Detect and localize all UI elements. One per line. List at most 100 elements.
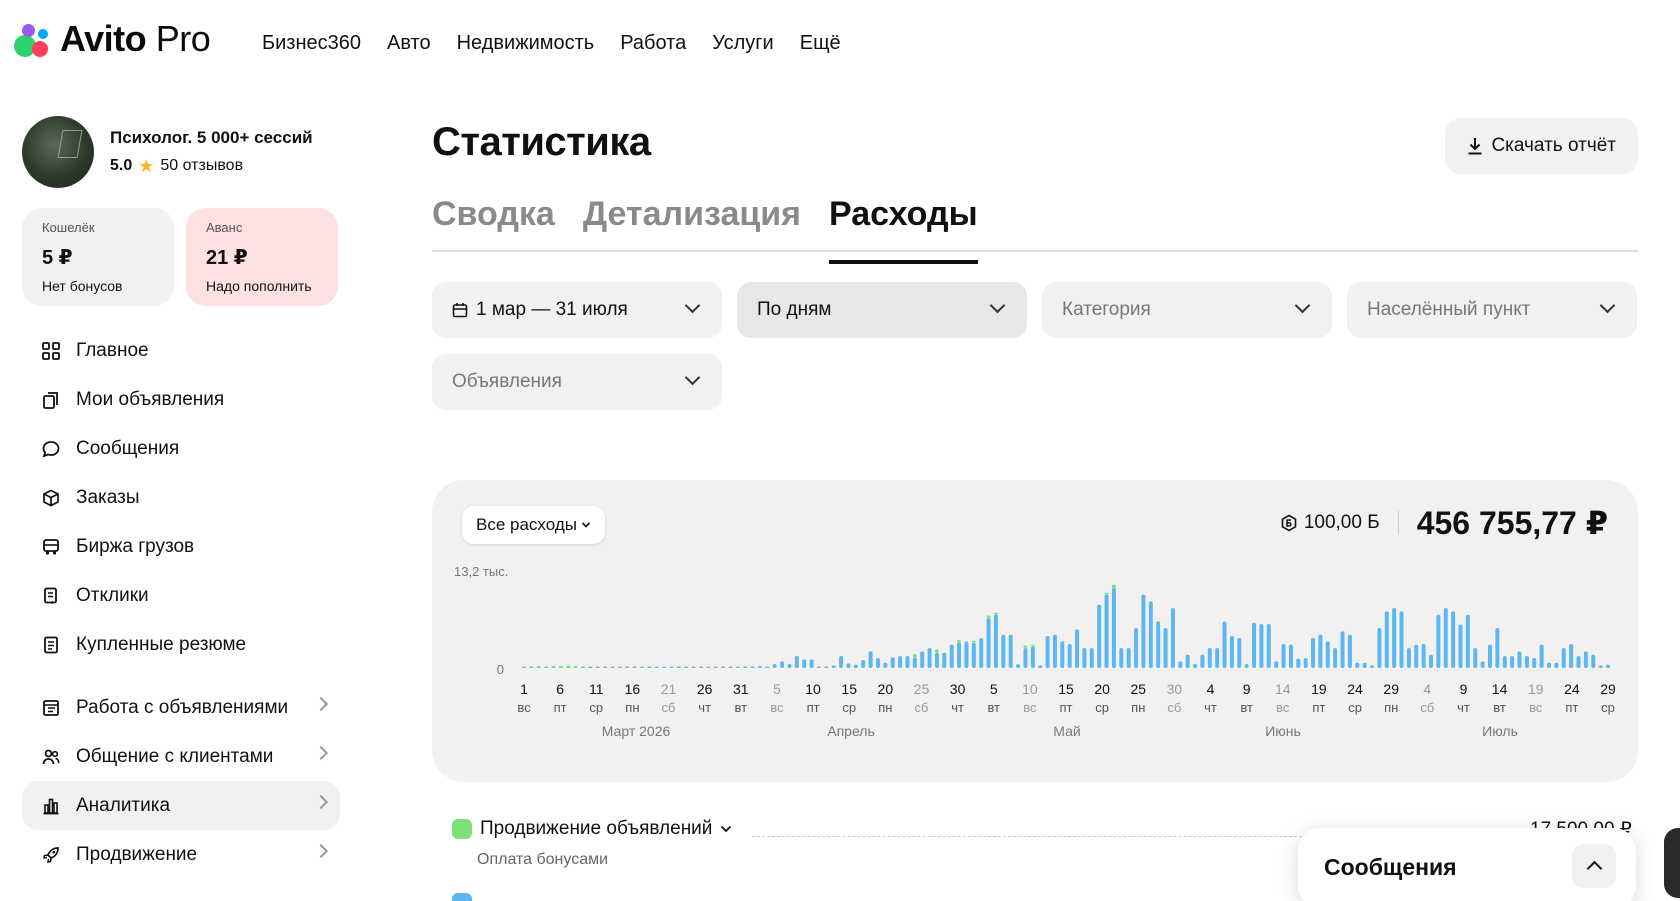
x-tick-day: 10 [1022, 681, 1038, 697]
sidebar-item-promotion[interactable]: Продвижение [22, 830, 340, 879]
bar-blue [580, 666, 585, 668]
all-expenses-dropdown[interactable]: Все расходы [462, 506, 605, 544]
bar-blue [662, 666, 667, 668]
topnav-services[interactable]: Услуги [712, 32, 774, 55]
bar-blue [1591, 654, 1596, 668]
bar-blue [1451, 611, 1456, 668]
bar-blue [898, 656, 903, 668]
sidebar-item-responses[interactable]: Отклики [22, 571, 340, 620]
sidebar-item-orders[interactable]: Заказы [22, 473, 340, 522]
topnav-jobs[interactable]: Работа [620, 32, 686, 55]
bar-blue [1252, 622, 1257, 668]
bar-blue [1060, 641, 1065, 668]
sidebar-item-clients[interactable]: Общение с клиентами [22, 732, 340, 781]
bar-blue [1134, 628, 1139, 668]
bar-blue [1583, 651, 1588, 668]
chat-icon [42, 440, 60, 458]
x-tick-day: 20 [1094, 681, 1110, 697]
sidebar-item-label: Купленные резюме [76, 633, 247, 655]
x-tick-day: 21 [661, 681, 677, 697]
bar-green [934, 649, 939, 653]
bar-blue [1119, 648, 1124, 668]
bar-green [986, 615, 991, 618]
bar-blue [735, 666, 740, 668]
x-tick-weekday: чт [698, 700, 711, 715]
bar-blue [1067, 644, 1072, 668]
bar-blue [816, 666, 821, 668]
bar-blue [993, 614, 998, 668]
brand-name: Avito [60, 18, 147, 59]
topnav-realty[interactable]: Недвижимость [457, 32, 595, 55]
reviews-count: 50 отзывов [160, 157, 244, 174]
download-report-button[interactable]: Скачать отчёт [1445, 118, 1638, 174]
bar-blue [831, 665, 836, 668]
x-tick-weekday: чт [1457, 700, 1470, 715]
expand-messages-button[interactable] [1572, 844, 1616, 888]
topnav-more[interactable]: Ещё [800, 32, 841, 55]
granularity-select[interactable]: По дням [737, 282, 1027, 338]
bar-blue [1443, 608, 1448, 668]
topnav-business360[interactable]: Бизнес360 [262, 32, 361, 55]
bar-blue [949, 644, 954, 668]
period-select[interactable]: 1 мар — 31 июля [432, 282, 722, 338]
wallet-title: Кошелёк [42, 220, 95, 235]
bar-blue [1207, 648, 1212, 668]
bar-blue [1436, 614, 1441, 668]
tab-expenses[interactable]: Расходы [829, 195, 978, 264]
topnav-auto[interactable]: Авто [387, 32, 431, 55]
copy-icon [43, 391, 58, 409]
sidebar-item-resumes[interactable]: Купленные резюме [22, 620, 340, 669]
bar-blue [1163, 628, 1168, 668]
sidebar-item-my-ads[interactable]: Мои объявления [22, 375, 340, 424]
ads-select[interactable]: Объявления [432, 354, 722, 410]
sidebar-item-ads-work[interactable]: Работа с объявлениями [22, 683, 340, 732]
sidebar-item-main[interactable]: Главное [22, 326, 340, 375]
bar-blue [809, 659, 814, 668]
top-nav: Бизнес360 Авто Недвижимость Работа Услуг… [262, 32, 841, 55]
profile-rating[interactable]: 5.0 ★ 50 отзывов [110, 156, 313, 177]
bar-blue [1347, 634, 1352, 668]
sidebar-item-cargo[interactable]: Биржа грузов [22, 522, 340, 571]
x-tick-day: 11 [589, 681, 604, 697]
tab-summary[interactable]: Сводка [432, 195, 555, 250]
bar-blue [1126, 648, 1131, 668]
bar-blue [1392, 608, 1397, 668]
advance-value: 21 ₽ [206, 247, 248, 269]
grid-icon [42, 341, 60, 360]
bar-blue [743, 666, 748, 668]
bonus-value: 100,00 Б [1303, 512, 1380, 533]
bar-green [1111, 584, 1116, 588]
messages-panel[interactable]: Сообщения [1298, 828, 1636, 901]
side-widget[interactable] [1664, 828, 1680, 898]
x-tick-day: 5 [773, 681, 781, 697]
bar-blue [1001, 634, 1006, 668]
sidebar-item-label: Сообщения [76, 437, 180, 459]
all-expenses-label: Все расходы [476, 515, 577, 534]
bar-blue [1569, 644, 1574, 668]
x-tick-day: 30 [1167, 681, 1183, 697]
legend-promo[interactable]: Продвижение объявлений [452, 818, 732, 840]
category-select[interactable]: Категория [1042, 282, 1332, 338]
bar-blue [964, 641, 969, 668]
tab-details[interactable]: Детализация [583, 195, 801, 250]
avito-pro-logo[interactable]: Avito Pro [14, 18, 211, 60]
x-tick-weekday: ср [1095, 700, 1109, 715]
bar-blue [603, 666, 608, 668]
bar-blue [1547, 662, 1552, 668]
bar-blue [1502, 656, 1507, 668]
x-tick-day: 6 [556, 681, 564, 697]
x-tick-weekday: сб [1167, 700, 1181, 715]
sidebar-item-analytics[interactable]: Аналитика [22, 781, 340, 830]
bar-blue [934, 652, 939, 668]
bar-blue [1296, 658, 1301, 668]
wallet-card[interactable]: Кошелёк 5 ₽ Нет бонусов [22, 208, 174, 306]
sidebar-item-messages[interactable]: Сообщения [22, 424, 340, 473]
avatar[interactable] [22, 116, 94, 188]
x-tick-day: 24 [1347, 681, 1363, 697]
bar-blue [1429, 654, 1434, 668]
x-tick-weekday: вс [1529, 700, 1543, 715]
city-select[interactable]: Населённый пункт [1347, 282, 1637, 338]
profile-block[interactable]: Психолог. 5 000+ сессий 5.0 ★ 50 отзывов [22, 116, 340, 188]
advance-card[interactable]: Аванс 21 ₽ Надо пополнить [186, 208, 338, 306]
x-tick-weekday: пт [807, 700, 820, 715]
